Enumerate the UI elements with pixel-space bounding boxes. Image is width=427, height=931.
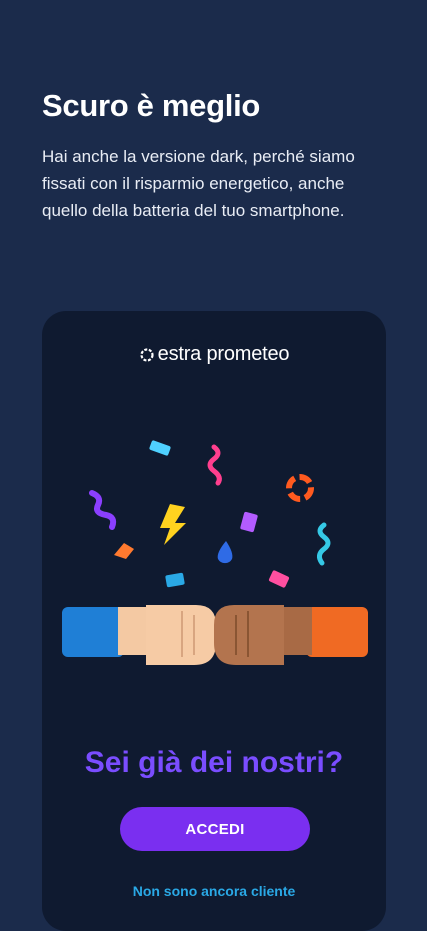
app-logo: estra prometeo (42, 343, 386, 366)
fist-bump-illustration (62, 440, 368, 665)
app-logo-text: estra prometeo (157, 343, 290, 365)
left-wrist (118, 607, 150, 655)
screen-title: Scuro è meglio (42, 88, 261, 123)
confetti-violet (240, 511, 258, 533)
confetti-pink-squiggle (207, 444, 222, 486)
screen-description: Hai anche la versione dark, perché siamo… (42, 147, 355, 220)
water-drop-icon (217, 541, 233, 564)
confetti-purple-squiggle (89, 490, 117, 530)
left-sleeve (62, 607, 124, 657)
right-wrist (280, 607, 312, 655)
app-preview-card: estra prometeo Sei già dei nostri? ACCED… (42, 311, 386, 931)
confetti-blue (165, 572, 185, 588)
not-customer-link[interactable]: Non sono ancora cliente (42, 883, 386, 899)
question-heading: Sei già dei nostri? (84, 746, 344, 779)
orange-swirl-icon (286, 474, 314, 502)
lightning-icon (160, 504, 186, 545)
confetti-cyan-squiggle (316, 522, 331, 566)
login-button[interactable]: ACCEDI (120, 807, 310, 851)
confetti-cyan (149, 440, 171, 456)
right-sleeve (306, 607, 368, 657)
confetti-orange (114, 543, 134, 559)
estra-logo-icon (140, 347, 154, 362)
confetti-pink (268, 570, 290, 588)
